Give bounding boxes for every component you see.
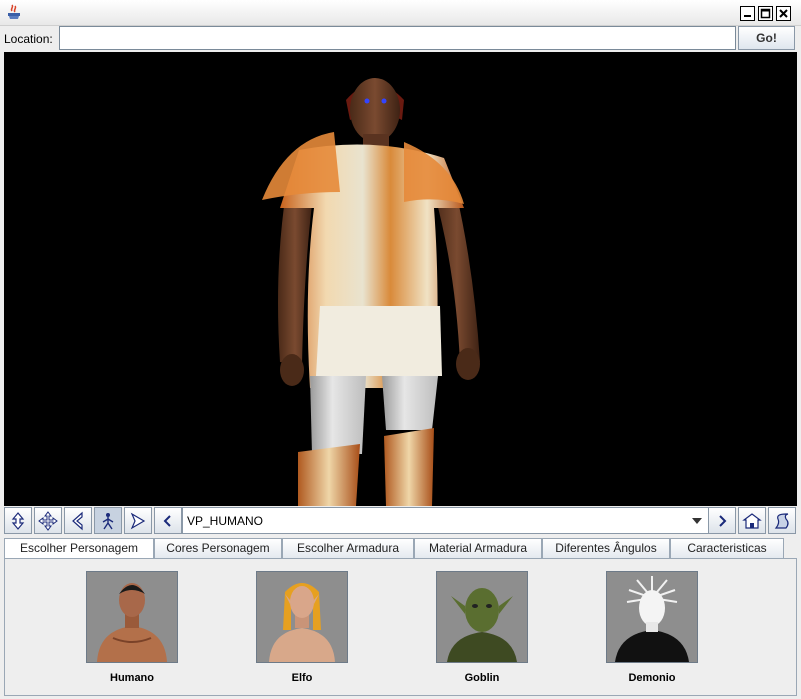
- tab-diferentes-angulos[interactable]: Diferentes Ângulos: [542, 538, 670, 558]
- minimize-icon[interactable]: [740, 6, 755, 21]
- character-card-elfo[interactable]: Elfo: [256, 571, 348, 691]
- character-card-demonio[interactable]: Demonio: [606, 571, 698, 691]
- demonio-thumbnail[interactable]: [606, 571, 698, 663]
- goblin-thumbnail[interactable]: [436, 571, 528, 663]
- viewpoint-value: VP_HUMANO: [187, 514, 264, 528]
- tab-escolher-armadura[interactable]: Escolher Armadura: [282, 538, 414, 558]
- window-titlebar: [0, 0, 801, 26]
- home-icon[interactable]: [738, 507, 766, 534]
- chevron-down-icon[interactable]: [686, 508, 708, 533]
- tab-escolher-personagem[interactable]: Escolher Personagem: [4, 538, 154, 559]
- vrml-3d-viewport[interactable]: [4, 52, 797, 506]
- java-app-icon: [8, 4, 20, 19]
- character-card-humano[interactable]: Humano: [86, 571, 178, 691]
- maximize-icon[interactable]: [758, 6, 773, 21]
- elfo-thumbnail[interactable]: [256, 571, 348, 663]
- character-card-goblin[interactable]: Goblin: [436, 571, 528, 691]
- navigation-toolbar: VP_HUMANO: [4, 507, 797, 535]
- location-input[interactable]: [59, 26, 736, 50]
- pan-icon[interactable]: [34, 507, 62, 534]
- tab-caracteristicas[interactable]: Caracteristicas: [670, 538, 784, 558]
- tab-cores-personagem[interactable]: Cores Personagem: [154, 538, 282, 558]
- examine-icon[interactable]: [94, 507, 122, 534]
- close-icon[interactable]: [776, 6, 791, 21]
- walk-icon[interactable]: [4, 507, 32, 534]
- tab-material-armadura[interactable]: Material Armadura: [414, 538, 542, 558]
- scroll-icon[interactable]: [768, 507, 796, 534]
- tab-bar: Escolher Personagem Cores Personagem Esc…: [4, 538, 797, 559]
- goblin-label: Goblin: [464, 672, 500, 684]
- demonio-label: Demonio: [628, 672, 676, 684]
- next-viewpoint-icon[interactable]: [708, 507, 736, 534]
- armored-human-model: [262, 78, 480, 506]
- prev-viewpoint-icon[interactable]: [154, 507, 182, 534]
- humano-label: Humano: [110, 672, 154, 684]
- go-button[interactable]: Go!: [738, 26, 795, 50]
- viewpoint-select[interactable]: VP_HUMANO: [182, 507, 709, 534]
- character-selection-panel: Humano Elfo Goblin Demonio: [4, 558, 797, 696]
- elfo-label: Elfo: [291, 672, 313, 684]
- fly-icon[interactable]: [124, 507, 152, 534]
- location-label: Location:: [4, 32, 53, 46]
- humano-thumbnail[interactable]: [86, 571, 178, 663]
- turn-icon[interactable]: [64, 507, 92, 534]
